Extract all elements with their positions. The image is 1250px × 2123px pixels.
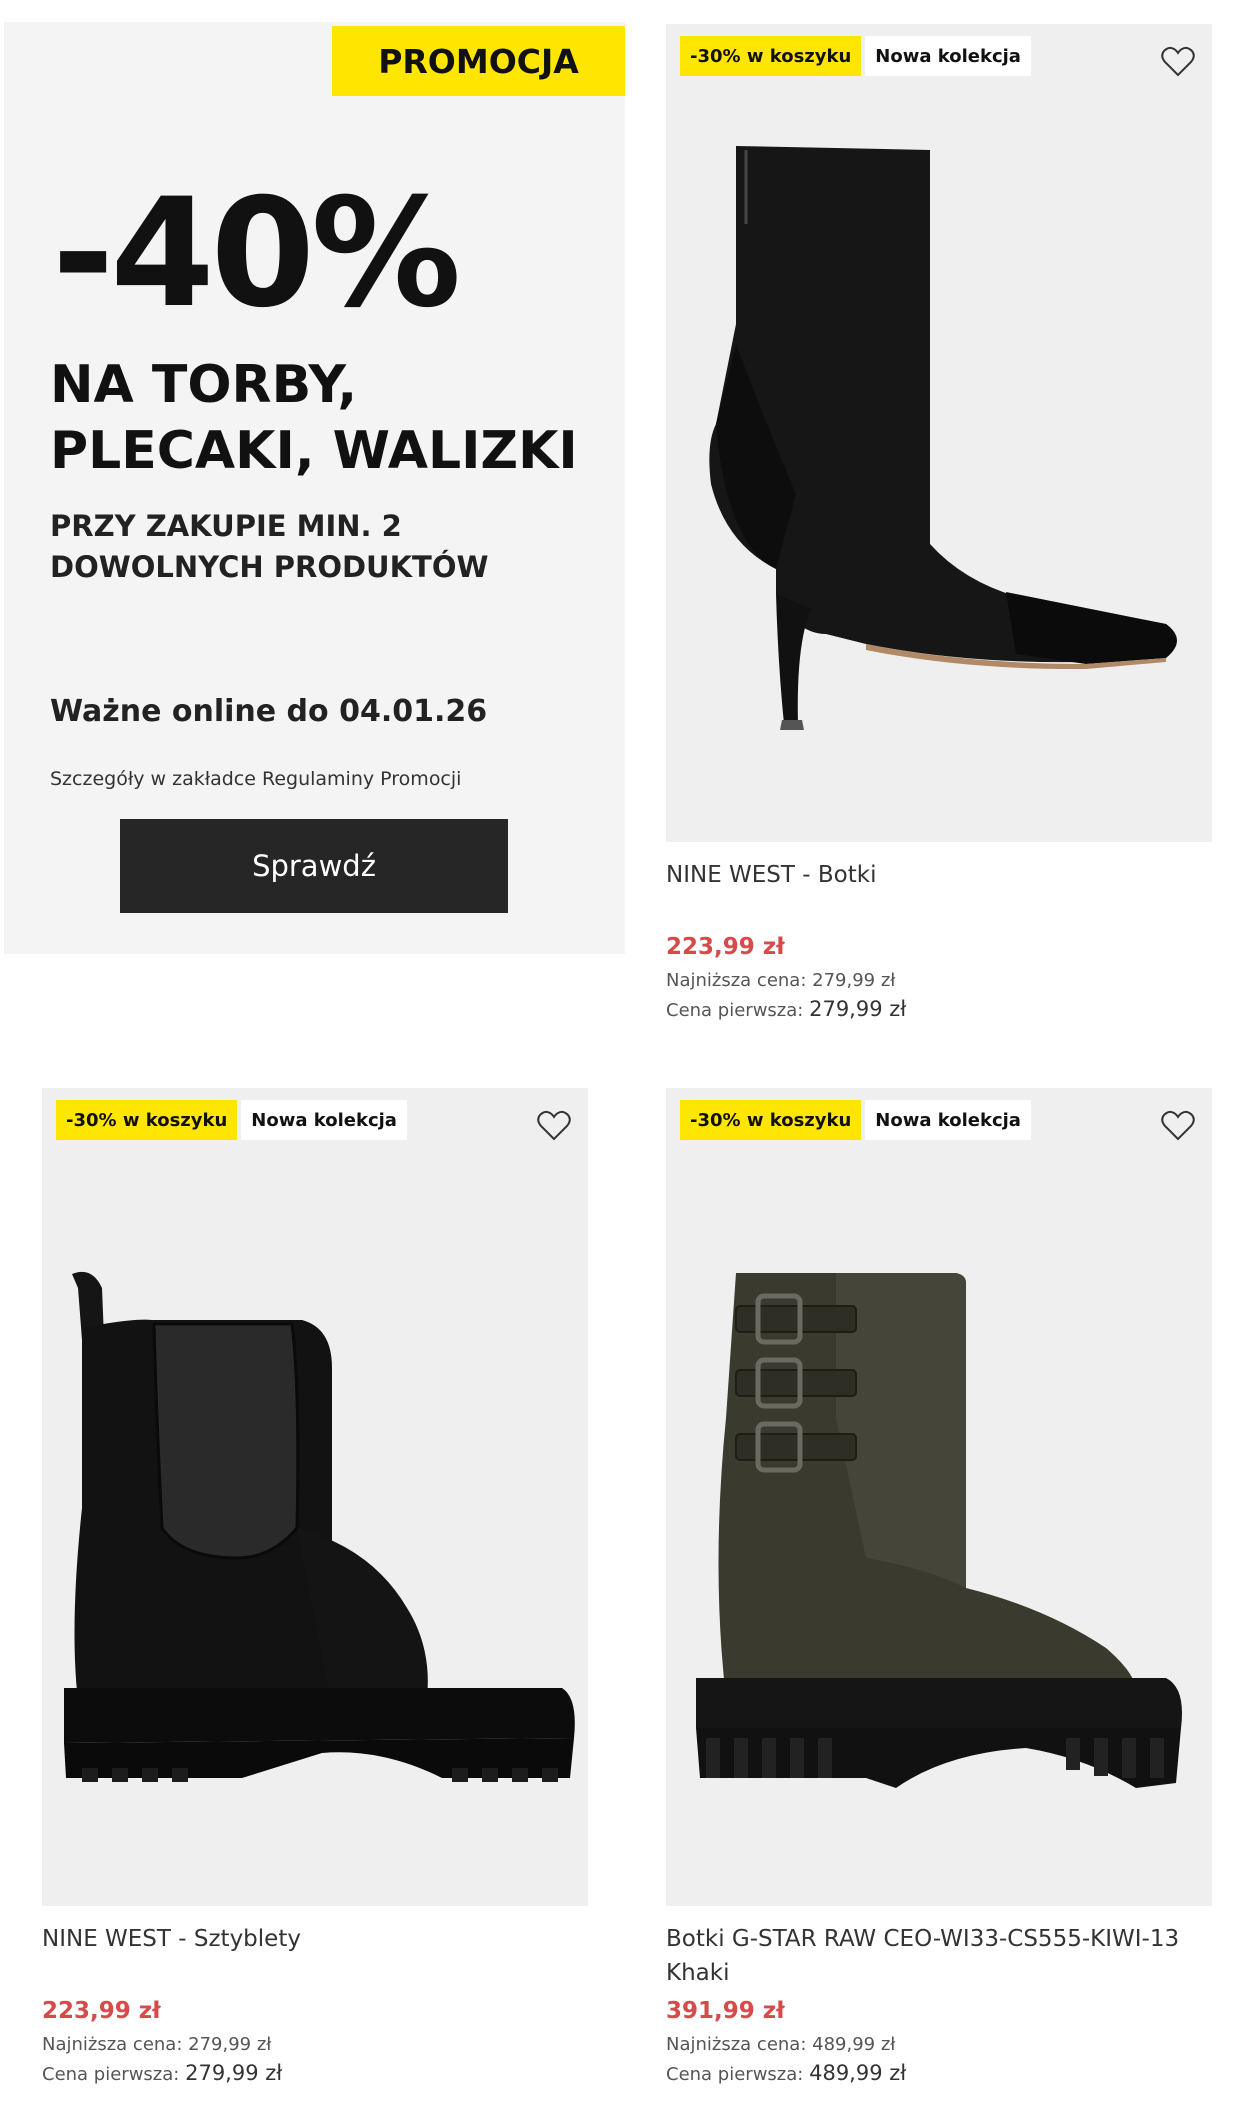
product-badges: -30% w koszyku Nowa kolekcja (56, 1100, 407, 1140)
product-card[interactable]: -30% w koszyku Nowa kolekcja NINE WEST -… (666, 24, 1212, 1021)
new-collection-badge: Nowa kolekcja (241, 1100, 407, 1140)
chelsea-boot-image (64, 1271, 575, 1782)
heart-outline-icon (1161, 1110, 1195, 1141)
wishlist-button[interactable] (534, 1106, 574, 1146)
product-image-area[interactable]: -30% w koszyku Nowa kolekcja (666, 1088, 1212, 1906)
lowest-price-value: 279,99 zł (812, 970, 896, 991)
wishlist-button[interactable] (1158, 42, 1198, 82)
promo-tag: PROMOCJA (332, 26, 625, 96)
product-price: 391,99 zł (666, 1998, 785, 2024)
product-title[interactable]: NINE WEST - Botki (666, 858, 1212, 926)
product-title[interactable]: NINE WEST - Sztyblety (42, 1922, 588, 1990)
promo-check-button[interactable]: Sprawdź (120, 819, 508, 913)
promo-headline: NA TORBY, PLECAKI, WALIZKI (50, 352, 620, 484)
product-card[interactable]: -30% w koszyku Nowa kolekcja NINE WEST -… (42, 1088, 588, 2085)
discount-badge: -30% w koszyku (680, 36, 862, 76)
promo-validity: Ważne online do 04.01.26 (50, 694, 488, 729)
lowest-price-row: Najniższa cena: 279,99 zł (666, 970, 1212, 991)
first-price-label: Cena pierwsza: (666, 1000, 804, 1021)
discount-badge: -30% w koszyku (56, 1100, 238, 1140)
lowest-price-label: Najniższa cena: (42, 2034, 183, 2055)
new-collection-badge: Nowa kolekcja (865, 1100, 1031, 1140)
lowest-price-row: Najniższa cena: 279,99 zł (42, 2034, 588, 2055)
product-badges: -30% w koszyku Nowa kolekcja (680, 36, 1031, 76)
heart-outline-icon (1161, 46, 1195, 77)
promo-subline: PRZY ZAKUPIE MIN. 2 DOWOLNYCH PRODUKTÓW (50, 509, 489, 584)
product-image-area[interactable]: -30% w koszyku Nowa kolekcja (42, 1088, 588, 1906)
product-badges: -30% w koszyku Nowa kolekcja (680, 1100, 1031, 1140)
promo-headline-line1: NA TORBY, (50, 355, 358, 415)
promo-banner: PROMOCJA -40% NA TORBY, PLECAKI, WALIZKI… (4, 22, 625, 954)
first-price-value: 279,99 zł (809, 997, 907, 1021)
buckle-boot-image (696, 1273, 1182, 1788)
new-collection-badge: Nowa kolekcja (865, 36, 1031, 76)
promo-headline-line2: PLECAKI, WALIZKI (50, 421, 578, 481)
product-price: 223,99 zł (666, 934, 785, 960)
first-price-label: Cena pierwsza: (666, 2064, 804, 2085)
heart-outline-icon (537, 1110, 571, 1141)
first-price-row: Cena pierwsza: 279,99 zł (42, 2061, 588, 2085)
wishlist-button[interactable] (1158, 1106, 1198, 1146)
first-price-value: 279,99 zł (185, 2061, 283, 2085)
first-price-label: Cena pierwsza: (42, 2064, 180, 2085)
lowest-price-label: Najniższa cena: (666, 970, 807, 991)
lowest-price-label: Najniższa cena: (666, 2034, 807, 2055)
product-title[interactable]: Botki G-STAR RAW CEO-WI33-CS555-KIWI-13 … (666, 1922, 1212, 1990)
product-card[interactable]: -30% w koszyku Nowa kolekcja Botki G-STA… (666, 1088, 1212, 2085)
lowest-price-row: Najniższa cena: 489,99 zł (666, 2034, 1212, 2055)
heeled-ankle-boot-image (709, 146, 1177, 730)
discount-badge: -30% w koszyku (680, 1100, 862, 1140)
promo-discount: -40% (52, 167, 461, 341)
first-price-value: 489,99 zł (809, 2061, 907, 2085)
first-price-row: Cena pierwsza: 279,99 zł (666, 997, 1212, 1021)
product-price: 223,99 zł (42, 1998, 161, 2024)
promo-details-text: Szczegóły w zakładce Regulaminy Promocji (50, 768, 462, 790)
product-image-area[interactable]: -30% w koszyku Nowa kolekcja (666, 24, 1212, 842)
lowest-price-value: 489,99 zł (812, 2034, 896, 2055)
lowest-price-value: 279,99 zł (188, 2034, 272, 2055)
first-price-row: Cena pierwsza: 489,99 zł (666, 2061, 1212, 2085)
